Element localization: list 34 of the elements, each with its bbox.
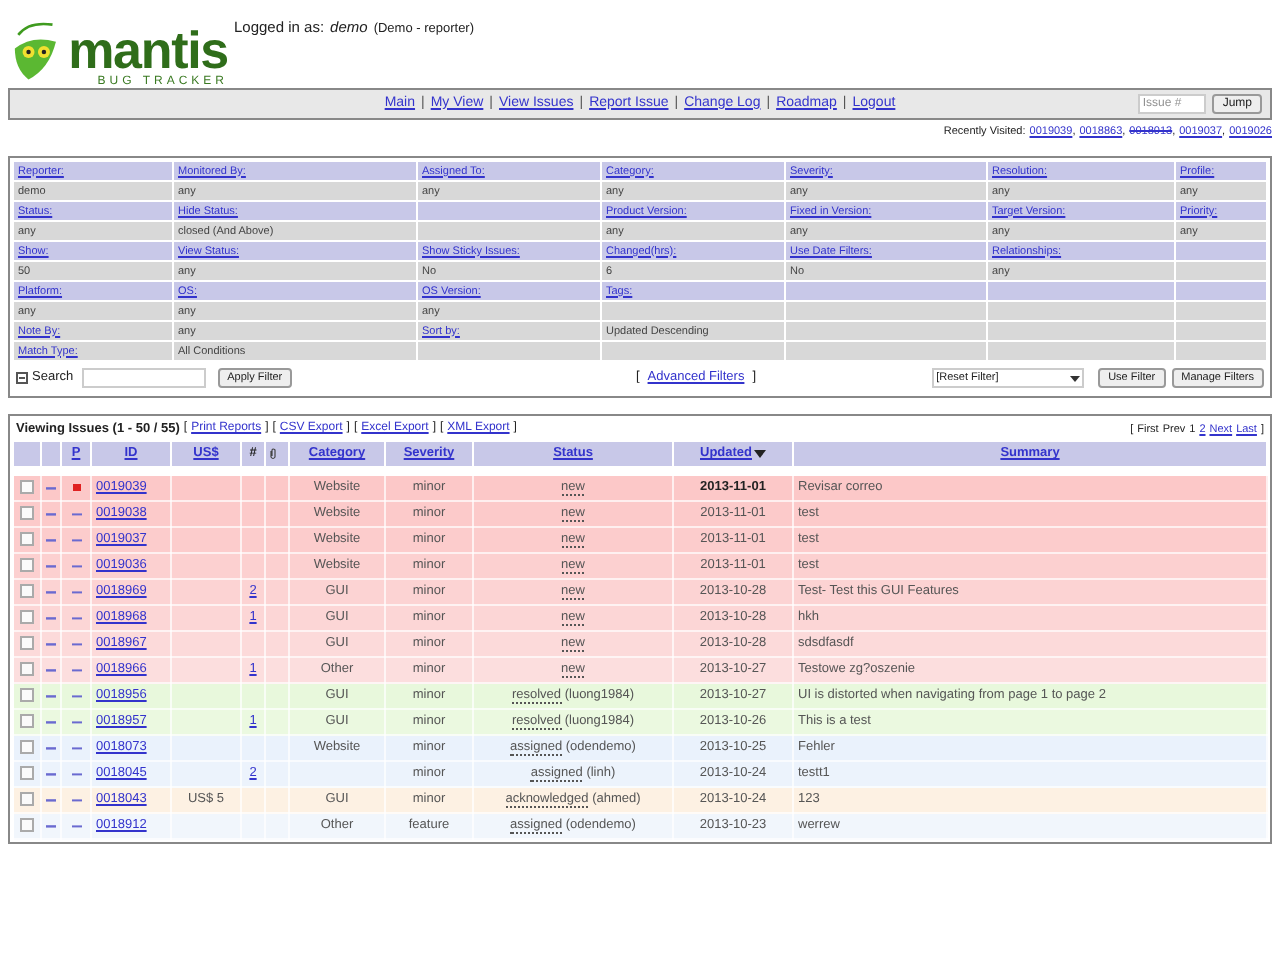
- checkbox-icon[interactable]: [20, 766, 34, 781]
- checkbox-icon[interactable]: [20, 818, 34, 833]
- checkbox-icon[interactable]: [20, 532, 34, 547]
- checkbox-icon[interactable]: [20, 506, 34, 521]
- caret-icon: [1070, 375, 1081, 382]
- checkbox-icon[interactable]: [20, 714, 34, 729]
- priority-dash-icon: [71, 510, 81, 517]
- sort-descending-icon: [754, 449, 766, 458]
- checkbox-icon[interactable]: [20, 662, 34, 677]
- logo-wordmark: mantis: [68, 24, 228, 76]
- checkbox-icon[interactable]: [20, 740, 34, 755]
- paperclip-icon: [270, 448, 276, 461]
- checkbox-icon[interactable]: [20, 480, 34, 495]
- checkbox-icon[interactable]: [20, 584, 34, 599]
- priority-dash-icon: [71, 588, 81, 595]
- checkbox-icon[interactable]: [20, 610, 34, 625]
- priority-dash-icon: [71, 770, 81, 777]
- checkbox-icon[interactable]: [20, 558, 34, 573]
- priority-dash-icon: [71, 536, 81, 543]
- priority-dash-icon: [71, 562, 81, 569]
- checkbox-icon[interactable]: [20, 688, 34, 703]
- priority-dash-icon: [71, 614, 81, 621]
- priority-dash-icon: [71, 796, 81, 803]
- priority-dash-icon: [71, 718, 81, 725]
- priority-dash-icon: [71, 822, 81, 829]
- priority-dash-icon: [71, 692, 81, 699]
- priority-dash-icon: [71, 666, 81, 673]
- collapse-icon[interactable]: [16, 372, 28, 385]
- priority-dash-icon: [71, 640, 81, 647]
- checkbox-icon[interactable]: [20, 792, 34, 807]
- priority-dash-icon: [71, 744, 81, 751]
- checkbox-icon[interactable]: [20, 636, 34, 651]
- high-priority-icon: [71, 482, 81, 493]
- search-field[interactable]: [81, 368, 206, 389]
